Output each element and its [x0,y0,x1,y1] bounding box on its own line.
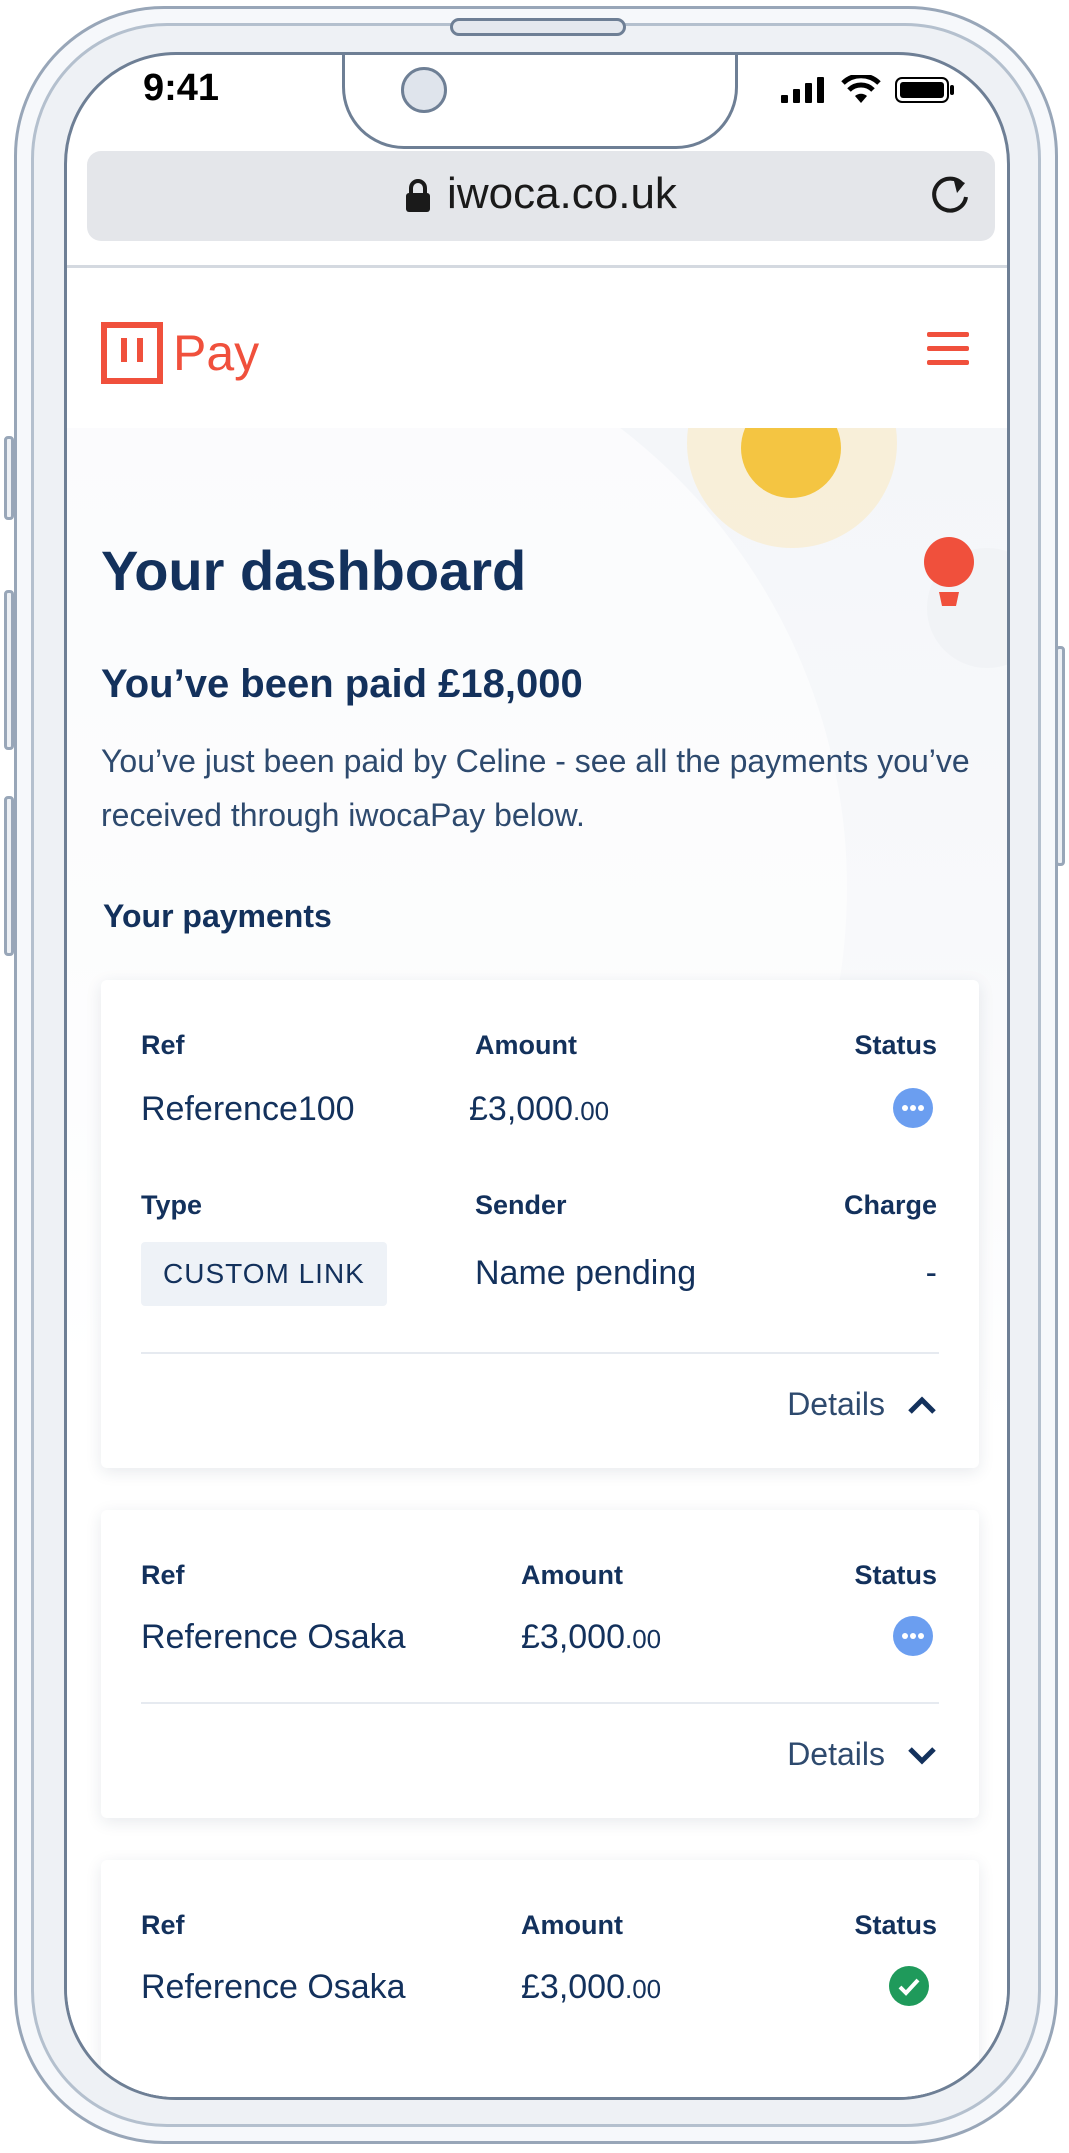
payment-ref: Reference100 [141,1090,355,1128]
status-time: 9:41 [143,67,220,109]
amount-label: Amount [521,1910,623,1940]
status-pending-icon [893,1616,933,1656]
status-label: Status [854,1560,937,1590]
iwoca-logo-icon [101,322,163,384]
chevron-up-icon [908,1395,936,1414]
details-toggle[interactable]: Details [787,1736,937,1773]
payment-amount: £3,000.00 [521,1618,662,1656]
power-button [1055,646,1065,866]
payment-amount: £3,000.00 [469,1090,610,1128]
balloon-icon [924,537,974,606]
url-text: iwoca.co.uk [447,169,677,218]
battery-icon [895,77,954,103]
status-label: Status [854,1030,937,1060]
logo-text: Pay [173,325,260,381]
device-screen: 9:41 iwoca.co.uk Pay Your dashboard You’… [64,52,1010,2100]
payment-type-badge: CUSTOM LINK [141,1242,387,1306]
volume-down-button [4,796,14,956]
payment-ref: Reference Osaka [141,1968,406,2006]
status-bar: 9:41 [67,55,1007,149]
site-header: Pay [67,268,1007,428]
wifi-icon [841,75,881,103]
speaker-grille [450,18,626,36]
signal-icon [781,77,824,103]
payment-card: Ref Amount Status Reference Osaka £3,000… [101,1860,979,2097]
status-complete-icon [889,1966,929,2006]
details-label: Details [787,1386,885,1422]
paid-description: You’ve just been paid by Celine - see al… [101,743,970,833]
chevron-down-icon [908,1746,936,1765]
notch [342,55,738,149]
details-toggle[interactable]: Details [787,1386,937,1423]
page-title: Your dashboard [101,539,527,602]
reload-icon[interactable] [927,171,973,217]
ref-label: Ref [141,1560,185,1590]
status-label: Status [854,1910,937,1940]
address-bar[interactable]: iwoca.co.uk [87,151,995,241]
camera-icon [401,67,447,113]
payment-ref: Reference Osaka [141,1618,406,1656]
card-divider [141,1352,939,1354]
status-pending-icon [893,1088,933,1128]
payment-sender: Name pending [475,1254,697,1292]
payment-amount: £3,000.00 [521,1968,662,2006]
payments-section-title: Your payments [103,898,332,934]
charge-label: Charge [843,1190,937,1220]
lock-icon [406,179,431,213]
card-divider [141,1702,939,1704]
sender-label: Sender [475,1190,567,1220]
paid-headline: You’ve been paid £18,000 [101,662,583,706]
volume-up-button [4,590,14,750]
status-icons [781,75,955,105]
payment-charge: - [925,1254,937,1292]
ref-label: Ref [141,1910,185,1940]
payment-card: Ref Amount Status Reference Osaka £3,000… [101,1510,979,1818]
amount-label: Amount [521,1560,623,1590]
url-display: iwoca.co.uk [87,169,995,219]
amount-label: Amount [475,1030,577,1060]
menu-icon[interactable] [927,332,969,366]
mute-switch [4,436,14,520]
details-label: Details [787,1736,885,1772]
type-label: Type [141,1190,203,1220]
ref-label: Ref [141,1030,185,1060]
dashboard-content: Your dashboard You’ve been paid £18,000 … [67,428,1007,2097]
iwoca-pay-logo[interactable]: Pay [101,322,259,384]
payment-card: Ref Amount Status Reference100 £3,000.00… [101,980,979,1468]
